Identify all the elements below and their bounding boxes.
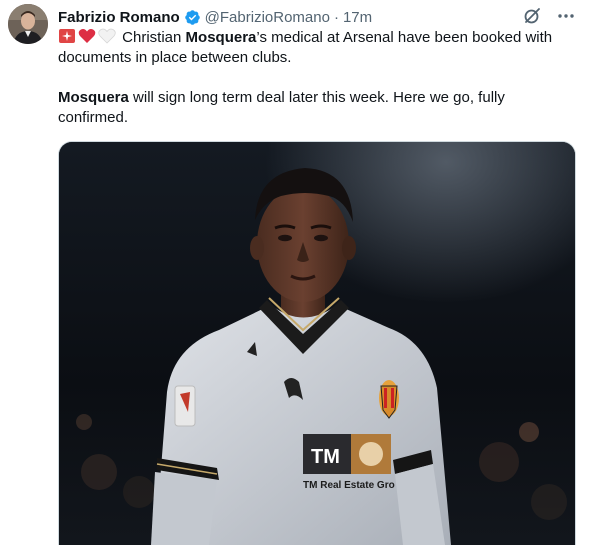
tweet-media-photo[interactable]: TM TM Real Estate Gro (58, 141, 576, 545)
author-name[interactable]: Fabrizio Romano (58, 9, 180, 26)
white-heart-icon (98, 28, 116, 44)
separator-dot: · (333, 8, 339, 26)
tweet-text-bold: Mosquera (58, 89, 129, 106)
avatar-image (8, 4, 48, 44)
tweet-paragraph-1: Christian Mosquera’s medical at Arsenal … (58, 28, 578, 68)
tweet-timestamp[interactable]: 17m (343, 9, 372, 26)
football-player-photo: TM TM Real Estate Gro (59, 142, 575, 545)
grok-icon[interactable] (522, 6, 542, 26)
red-heart-icon (78, 28, 96, 44)
tweet-paragraph-2: Mosquera will sign long term deal later … (58, 88, 578, 128)
sponsor-text: TM Real Estate Gro (303, 480, 395, 491)
tweet-header: Fabrizio Romano @FabrizioRomano · 17m (58, 6, 372, 28)
tweet-actions (522, 6, 576, 26)
verified-badge-icon[interactable] (184, 9, 201, 26)
author-avatar[interactable] (8, 4, 48, 44)
sponsor-logo: TM (311, 446, 340, 468)
tweet-text-part: Christian (118, 29, 186, 46)
tweet-text-bold: Mosquera (185, 29, 257, 46)
author-handle[interactable]: @FabrizioRomano (205, 9, 330, 26)
more-options-icon[interactable] (556, 6, 576, 26)
tweet[interactable]: Fabrizio Romano @FabrizioRomano · 17m Ch… (0, 0, 592, 545)
tweet-text: Christian Mosquera’s medical at Arsenal … (58, 28, 578, 128)
alarm-light-icon (58, 28, 76, 44)
